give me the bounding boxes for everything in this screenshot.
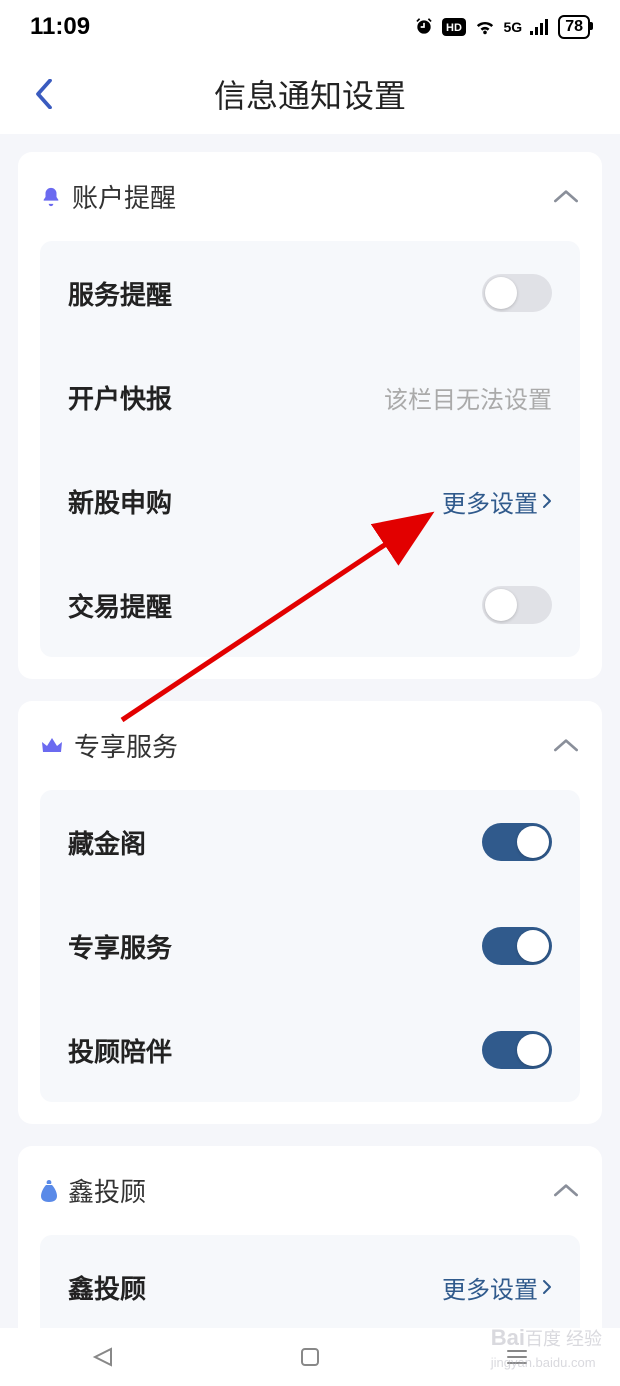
hd-icon: HD — [442, 18, 466, 36]
status-time: 11:09 — [30, 13, 90, 41]
back-button[interactable] — [24, 74, 64, 114]
crown-icon — [40, 736, 64, 756]
row-label: 鑫投顾 — [68, 1269, 146, 1306]
section-rows: 鑫投顾 更多设置 — [40, 1235, 580, 1339]
row-label: 藏金阁 — [68, 824, 146, 861]
section-exclusive-service: 专享服务 藏金阁 专享服务 投顾陪伴 — [18, 701, 602, 1124]
wifi-icon — [474, 18, 496, 36]
content-area: 账户提醒 服务提醒 开户快报 该栏目无法设置 新股申购 更多设置 交易提醒 — [0, 134, 620, 1386]
alarm-icon — [414, 17, 434, 37]
toggle-cangjinge[interactable] — [482, 823, 552, 861]
section-title: 鑫投顾 — [68, 1172, 146, 1209]
row-exclusive: 专享服务 — [68, 894, 552, 998]
row-label: 服务提醒 — [68, 275, 172, 312]
status-bar: 11:09 HD 5G 78 — [0, 0, 620, 54]
row-advisor-companion: 投顾陪伴 — [68, 998, 552, 1102]
network-label: 5G — [504, 19, 523, 35]
row-xintougu: 鑫投顾 更多设置 — [68, 1235, 552, 1339]
row-cangjinge: 藏金阁 — [68, 790, 552, 894]
row-label: 开户快报 — [68, 379, 172, 416]
row-label: 专享服务 — [68, 928, 172, 965]
more-settings-link[interactable]: 更多设置 — [442, 484, 552, 519]
toggle-service-reminder[interactable] — [482, 274, 552, 312]
row-service-reminder: 服务提醒 — [68, 241, 552, 345]
svg-text:HD: HD — [446, 22, 462, 34]
row-account-open: 开户快报 该栏目无法设置 — [68, 345, 552, 449]
chevron-up-icon — [552, 738, 580, 754]
row-label: 交易提醒 — [68, 587, 172, 624]
section-header[interactable]: 账户提醒 — [40, 174, 580, 221]
link-text: 更多设置 — [442, 484, 538, 519]
section-header[interactable]: 专享服务 — [40, 723, 580, 770]
section-header[interactable]: 鑫投顾 — [40, 1168, 580, 1215]
chevron-left-icon — [35, 79, 53, 109]
toggle-trade-reminder[interactable] — [482, 586, 552, 624]
row-note: 该栏目无法设置 — [384, 380, 552, 415]
row-trade-reminder: 交易提醒 — [68, 553, 552, 657]
section-title: 专享服务 — [74, 727, 178, 764]
status-icons: HD 5G 78 — [414, 15, 590, 39]
chevron-up-icon — [552, 1183, 580, 1199]
bag-icon — [40, 1180, 58, 1202]
toggle-advisor-companion[interactable] — [482, 1031, 552, 1069]
signal-icon — [530, 19, 550, 35]
row-label: 新股申购 — [68, 483, 172, 520]
link-text: 更多设置 — [442, 1270, 538, 1305]
chevron-right-icon — [542, 493, 552, 509]
section-title: 账户提醒 — [72, 178, 176, 215]
battery-indicator: 78 — [558, 15, 590, 39]
page-header: 信息通知设置 — [0, 54, 620, 134]
row-new-stock: 新股申购 更多设置 — [68, 449, 552, 553]
bell-icon — [40, 185, 62, 209]
nav-back[interactable] — [88, 1342, 118, 1372]
section-rows: 藏金阁 专享服务 投顾陪伴 — [40, 790, 580, 1102]
section-rows: 服务提醒 开户快报 该栏目无法设置 新股申购 更多设置 交易提醒 — [40, 241, 580, 657]
toggle-exclusive[interactable] — [482, 927, 552, 965]
nav-home[interactable] — [295, 1342, 325, 1372]
row-label: 投顾陪伴 — [68, 1032, 172, 1069]
chevron-up-icon — [552, 189, 580, 205]
section-account-reminder: 账户提醒 服务提醒 开户快报 该栏目无法设置 新股申购 更多设置 交易提醒 — [18, 152, 602, 679]
chevron-right-icon — [542, 1279, 552, 1295]
page-title: 信息通知设置 — [214, 71, 406, 117]
more-settings-link[interactable]: 更多设置 — [442, 1270, 552, 1305]
watermark: Bai百度 经验 jingyan.baidu.com — [491, 1325, 602, 1372]
